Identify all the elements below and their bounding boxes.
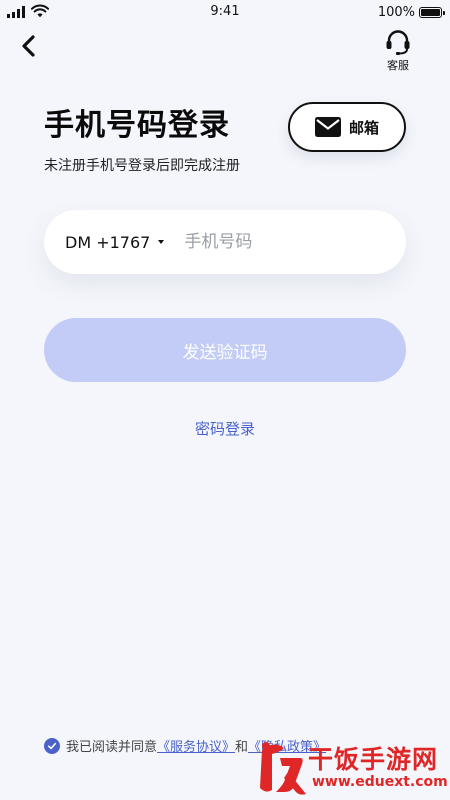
- watermark-url: www.eduext.com: [312, 774, 448, 790]
- envelope-icon: [314, 117, 341, 137]
- headset-icon: [386, 30, 410, 55]
- email-button-label: 邮箱: [348, 118, 379, 137]
- page-title: 手机号码登录: [44, 108, 230, 143]
- service-agreement-link[interactable]: 《服务协议》: [157, 736, 235, 755]
- password-login-link[interactable]: 密码登录: [0, 418, 450, 439]
- send-code-button[interactable]: 发送验证码: [44, 318, 406, 382]
- page-subtitle: 未注册手机号登录后即完成注册: [44, 158, 240, 174]
- email-login-button[interactable]: 邮箱: [288, 102, 406, 152]
- back-button[interactable]: [14, 30, 46, 62]
- country-code-value: DM +1767: [65, 232, 151, 252]
- watermark-logo-icon: [260, 742, 306, 795]
- chevron-left-icon: [22, 35, 35, 57]
- watermark-title: 干饭手游网: [308, 745, 439, 774]
- battery-indicator: 100%: [377, 4, 445, 20]
- battery-percent: 100%: [377, 4, 415, 20]
- phone-input-card: DM +1767: [44, 210, 406, 274]
- battery-icon: [419, 6, 445, 18]
- country-code-selector[interactable]: DM +1767: [65, 232, 165, 252]
- check-circle-icon[interactable]: [44, 737, 60, 754]
- agreement-prefix: 我已阅读并同意: [66, 740, 158, 755]
- status-bar: 9:41 100%: [0, 0, 450, 24]
- customer-service-label: 客服: [387, 59, 409, 72]
- phone-number-input[interactable]: [182, 231, 387, 253]
- customer-service-button[interactable]: 客服: [380, 28, 416, 73]
- agreement-joiner: 和: [235, 740, 249, 755]
- dropdown-caret-icon: [158, 240, 165, 244]
- watermark: 干饭手游网 www.eduext.com: [254, 738, 448, 798]
